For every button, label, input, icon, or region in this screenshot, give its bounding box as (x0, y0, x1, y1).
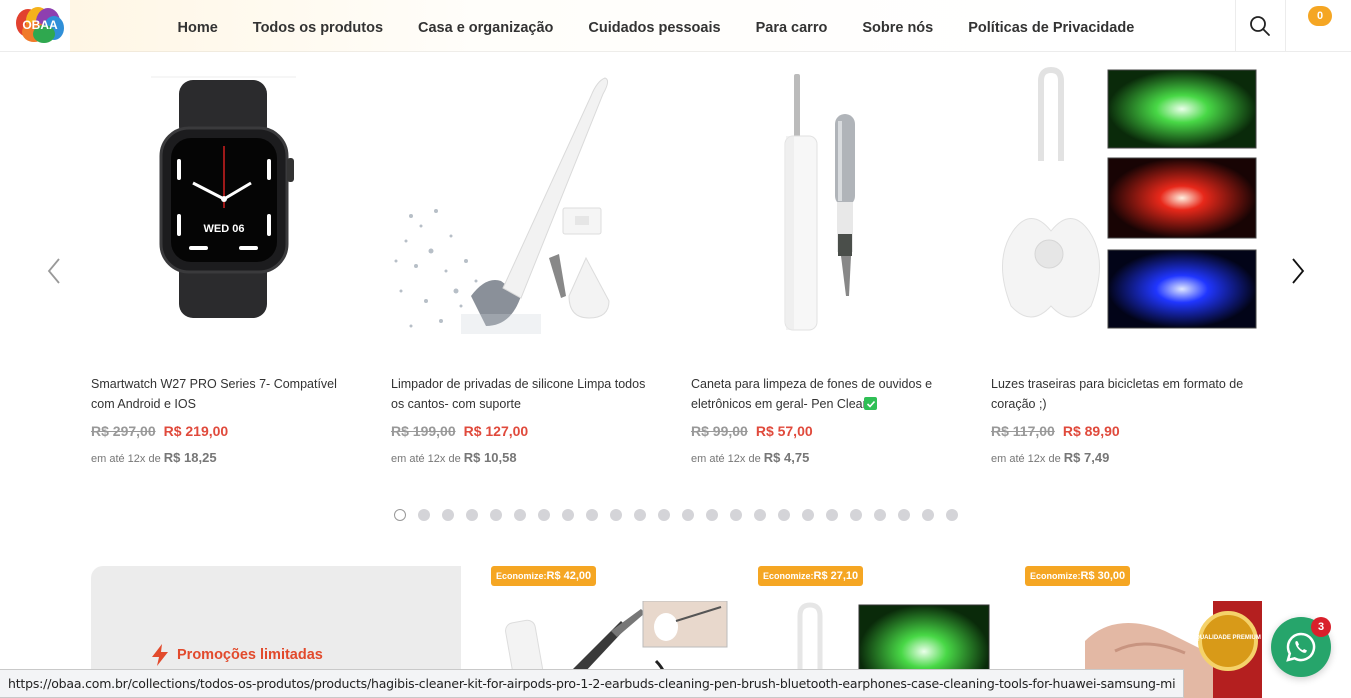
sale-price: R$ 127,00 (463, 423, 529, 439)
checkmark-icon (864, 397, 877, 410)
promo-heading[interactable]: Promoções limitadas (151, 644, 323, 666)
savings-badge: Economize:R$ 42,00 (491, 566, 597, 586)
installment-info: em até 12x de R$ 7,49 (991, 450, 1109, 465)
cart-button[interactable]: 0 (1286, 0, 1351, 52)
carousel-dot[interactable] (778, 509, 790, 521)
savings-badge: Economize:R$ 27,10 (758, 566, 864, 586)
carousel-dot[interactable] (466, 509, 478, 521)
carousel-dot[interactable] (754, 509, 766, 521)
carousel-dot[interactable] (922, 509, 934, 521)
carousel-prev-button[interactable] (40, 256, 68, 286)
sale-price: R$ 219,00 (163, 423, 229, 439)
nav-politicas-de-privacidade[interactable]: Políticas de Privacidade (951, 0, 1152, 52)
carousel-dot[interactable] (394, 509, 406, 521)
sale-price: R$ 57,00 (755, 423, 813, 439)
product-image-smartwatch[interactable]: WED 06 (91, 66, 361, 338)
promo-label-text: Promoções limitadas (177, 647, 323, 663)
main-nav: Home Todos os produtos Casa e organizaçã… (160, 0, 1152, 52)
carousel-dot[interactable] (874, 509, 886, 521)
product-image-toilet-brush[interactable] (391, 66, 661, 338)
carousel-dot[interactable] (946, 509, 958, 521)
product-title[interactable]: Smartwatch W27 PRO Series 7- Compatível … (91, 374, 361, 414)
carousel-dot[interactable] (634, 509, 646, 521)
carousel-dot[interactable] (538, 509, 550, 521)
seal-text: QUALIDADE PREMIUM (1195, 635, 1261, 641)
whatsapp-icon (1286, 632, 1316, 662)
product-card[interactable]: Limpador de privadas de silicone Limpa t… (391, 66, 661, 465)
installment-info: em até 12x de R$ 10,58 (391, 450, 517, 465)
whatsapp-notification-badge: 3 (1311, 617, 1331, 637)
nav-cuidados-pessoais[interactable]: Cuidados pessoais (571, 0, 738, 52)
nav-para-carro[interactable]: Para carro (738, 0, 845, 52)
price-row: R$ 99,00 R$ 57,00 (691, 423, 813, 439)
price-row: R$ 199,00 R$ 127,00 (391, 423, 528, 439)
chevron-left-icon (47, 258, 60, 284)
nav-sobre-nos[interactable]: Sobre nós (845, 0, 951, 52)
chevron-right-icon (1292, 258, 1305, 284)
product-title[interactable]: Limpador de privadas de silicone Limpa t… (391, 374, 661, 414)
installment-prefix: em até 12x de (691, 453, 761, 465)
old-price: R$ 117,00 (991, 423, 1055, 439)
price-row: R$ 117,00 R$ 89,90 (991, 423, 1120, 439)
carousel-dot[interactable] (658, 509, 670, 521)
installment-value: R$ 10,58 (463, 450, 517, 465)
product-image-bike-light[interactable] (991, 66, 1261, 338)
carousel-dot[interactable] (586, 509, 598, 521)
logo-icon: OBAA (16, 7, 64, 43)
carousel-dot[interactable] (898, 509, 910, 521)
nav-todos-os-produtos[interactable]: Todos os produtos (235, 0, 400, 52)
installment-value: R$ 7,49 (1063, 450, 1110, 465)
logo-text: OBAA (22, 18, 58, 32)
carousel-dot[interactable] (610, 509, 622, 521)
product-image-cleaning-pen[interactable] (691, 66, 961, 338)
carousel-pagination (394, 509, 958, 521)
carousel-dot[interactable] (562, 509, 574, 521)
installment-info: em até 12x de R$ 18,25 (91, 450, 217, 465)
lightning-icon (152, 644, 168, 666)
browser-status-bar: https://obaa.com.br/collections/todos-os… (0, 669, 1185, 698)
installment-value: R$ 4,75 (763, 450, 810, 465)
installment-value: R$ 18,25 (163, 450, 217, 465)
product-card[interactable]: Caneta para limpeza de fones de ouvidos … (691, 66, 961, 465)
cart-count-badge: 0 (1308, 6, 1332, 26)
site-logo[interactable]: OBAA (14, 6, 66, 46)
product-title[interactable]: Luzes traseiras para bicicletas em forma… (991, 374, 1261, 414)
carousel-dot[interactable] (730, 509, 742, 521)
old-price: R$ 297,00 (91, 423, 156, 439)
carousel-dot[interactable] (826, 509, 838, 521)
product-card[interactable]: WED 06 Smartwatch W27 PRO Series 7- Comp… (91, 66, 361, 465)
installment-info: em até 12x de R$ 4,75 (691, 450, 809, 465)
carousel-dot[interactable] (418, 509, 430, 521)
carousel-dot[interactable] (706, 509, 718, 521)
price-row: R$ 297,00 R$ 219,00 (91, 423, 228, 439)
sale-price: R$ 89,90 (1062, 423, 1120, 439)
carousel-dot[interactable] (682, 509, 694, 521)
installment-prefix: em até 12x de (91, 453, 161, 465)
carousel-dot[interactable] (850, 509, 862, 521)
search-button[interactable] (1236, 0, 1284, 52)
nav-home[interactable]: Home (160, 0, 235, 52)
carousel-dot[interactable] (514, 509, 526, 521)
installment-prefix: em até 12x de (391, 453, 461, 465)
nav-casa-e-organizacao[interactable]: Casa e organização (401, 0, 571, 52)
watch-date-text: WED 06 (204, 223, 245, 235)
carousel-dot[interactable] (442, 509, 454, 521)
savings-badge: Economize:R$ 30,00 (1025, 566, 1131, 586)
product-card[interactable]: Luzes traseiras para bicicletas em forma… (991, 66, 1261, 465)
old-price: R$ 99,00 (691, 423, 748, 439)
old-price: R$ 199,00 (391, 423, 456, 439)
site-header: OBAA Home Todos os produtos Casa e organ… (0, 0, 1351, 52)
search-icon (1250, 16, 1270, 36)
carousel-dot[interactable] (802, 509, 814, 521)
installment-prefix: em até 12x de (991, 453, 1061, 465)
carousel-next-button[interactable] (1284, 256, 1312, 286)
carousel-dot[interactable] (490, 509, 502, 521)
product-title[interactable]: Caneta para limpeza de fones de ouvidos … (691, 374, 961, 414)
